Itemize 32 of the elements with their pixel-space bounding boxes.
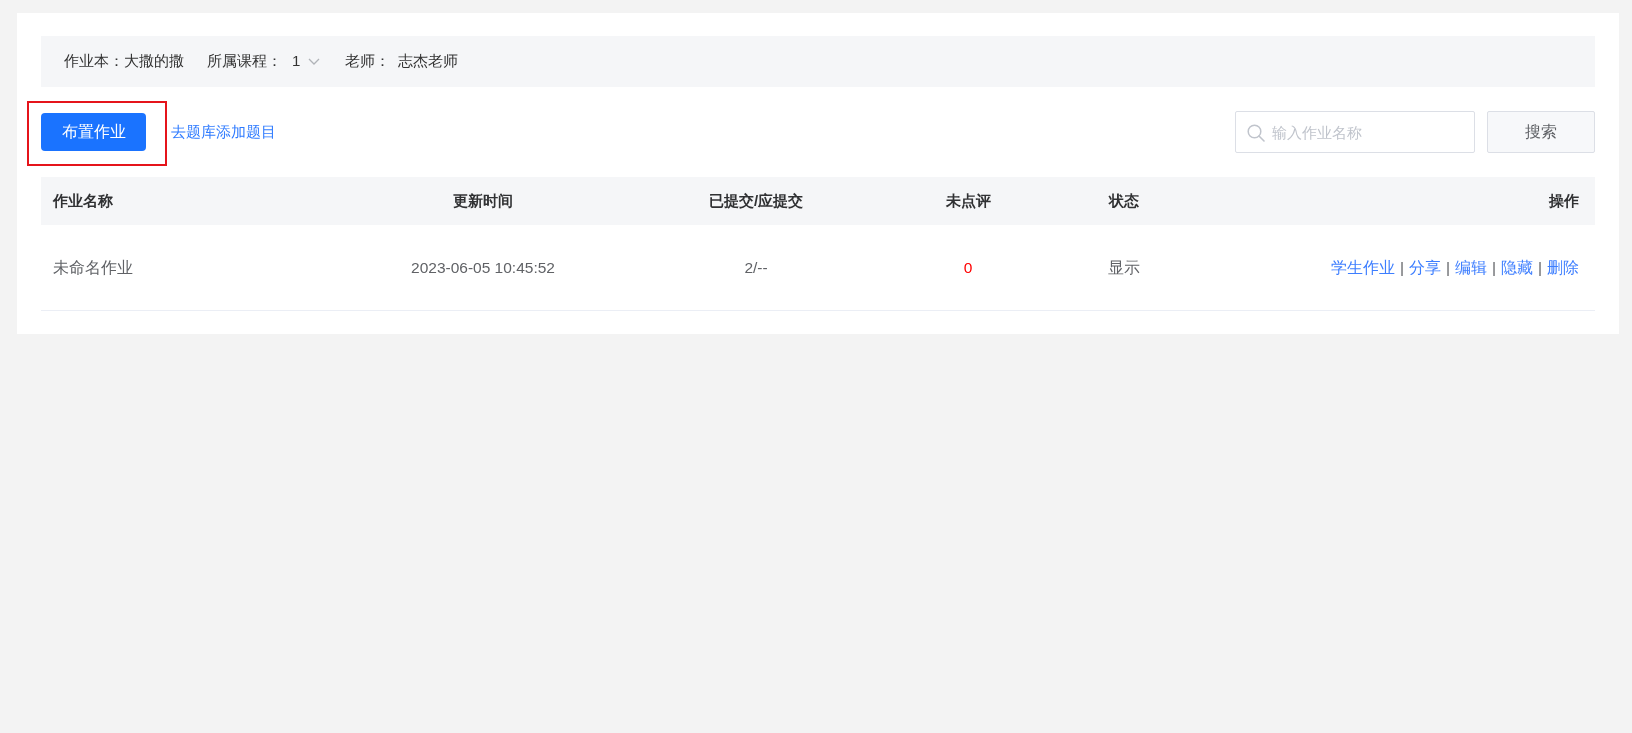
filter-label: 所属课程：: [207, 51, 282, 72]
action-link[interactable]: 隐藏: [1500, 258, 1533, 276]
dropdown-select[interactable]: 1: [290, 50, 323, 73]
filter-value: 大撒的撒: [124, 51, 184, 72]
column-header: 更新时间: [340, 177, 626, 225]
separator: |: [1399, 258, 1404, 276]
separator: |: [1445, 258, 1450, 276]
table-cell: 0: [886, 225, 1050, 310]
chevron-down-icon: [308, 58, 321, 65]
assign-homework-button[interactable]: 布置作业: [41, 113, 146, 151]
separator: |: [1537, 258, 1542, 276]
action-link[interactable]: 删除: [1547, 258, 1579, 276]
column-header: 已提交/应提交: [626, 177, 886, 225]
column-header: 操作: [1198, 177, 1595, 225]
action-link[interactable]: 学生作业: [1330, 258, 1395, 276]
filter-label: 作业本：: [64, 51, 124, 72]
search-button[interactable]: 搜索: [1487, 111, 1595, 153]
table-cell: 未命名作业: [41, 225, 340, 310]
column-header: 作业名称: [41, 177, 340, 225]
table-cell: 显示: [1050, 225, 1198, 310]
filter-value: 志杰老师: [398, 51, 459, 72]
add-questions-link[interactable]: 去题库添加题目: [171, 120, 276, 144]
action-link[interactable]: 分享: [1408, 258, 1441, 276]
search-field[interactable]: 输入作业名称: [1235, 111, 1475, 153]
filter-label: 老师：: [345, 51, 391, 72]
search-icon: [1247, 124, 1265, 142]
table-cell: 2023-06-05 10:45:52: [340, 225, 626, 310]
table-cell: 2/--: [626, 225, 886, 310]
column-header: 状态: [1050, 177, 1198, 225]
action-link[interactable]: 编辑: [1454, 258, 1487, 276]
column-header: 未点评: [886, 177, 1050, 225]
separator: |: [1491, 258, 1496, 276]
